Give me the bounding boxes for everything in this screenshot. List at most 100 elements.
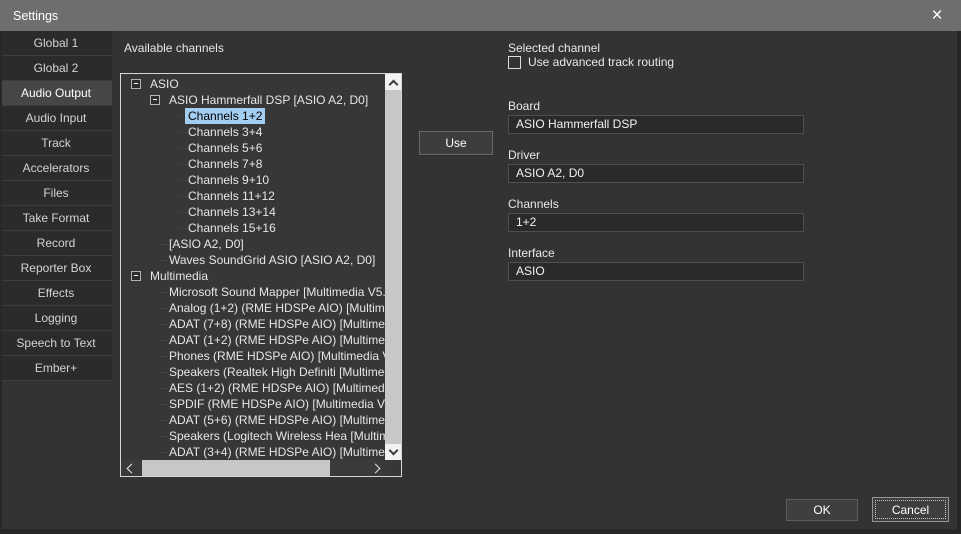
window-frame-bottom xyxy=(0,529,961,534)
sidebar-item-track[interactable]: Track xyxy=(0,131,112,156)
tree-item-label: Channels 9+10 xyxy=(185,172,272,188)
tree-item-label: Speakers (Realtek High Definiti [Multime… xyxy=(166,364,385,380)
tree-item-asio[interactable]: ASIO xyxy=(121,76,385,92)
tree-item-label: Channels 11+12 xyxy=(185,188,278,204)
tree-item-channels-5-6[interactable]: Channels 5+6 xyxy=(121,140,385,156)
tree-item-phones-rme-hdspe-aio-multimedia-v10[interactable]: Phones (RME HDSPe AIO) [Multimedia V10. xyxy=(121,348,385,364)
field-label-interface: Interface xyxy=(508,246,555,260)
sidebar-item-reporter-box[interactable]: Reporter Box xyxy=(0,256,112,281)
advanced-routing-checkbox[interactable] xyxy=(508,56,521,69)
tree-item-waves-soundgrid-asio-asio-a2-d0[interactable]: Waves SoundGrid ASIO [ASIO A2, D0] xyxy=(121,252,385,268)
sidebar-item-global-2[interactable]: Global 2 xyxy=(0,56,112,81)
tree-item-channels-11-12[interactable]: Channels 11+12 xyxy=(121,188,385,204)
scroll-down-button[interactable] xyxy=(385,444,401,460)
sidebar-item-logging[interactable]: Logging xyxy=(0,306,112,331)
horizontal-scrollbar-thumb[interactable] xyxy=(142,460,330,476)
tree-item-channels-9-10[interactable]: Channels 9+10 xyxy=(121,172,385,188)
tree-item-aes-1-2-rme-hdspe-aio-multimedia-v1[interactable]: AES (1+2) (RME HDSPe AIO) [Multimedia V1 xyxy=(121,380,385,396)
sidebar-item-accelerators[interactable]: Accelerators xyxy=(0,156,112,181)
sidebar-item-ember[interactable]: Ember+ xyxy=(0,356,112,381)
sidebar-item-global-1[interactable]: Global 1 xyxy=(0,31,112,56)
channel-tree: ASIOASIO Hammerfall DSP [ASIO A2, D0]Cha… xyxy=(121,74,385,460)
advanced-routing-row[interactable]: Use advanced track routing xyxy=(508,55,674,69)
use-button[interactable]: Use xyxy=(419,131,493,155)
sidebar-item-audio-input[interactable]: Audio Input xyxy=(0,106,112,131)
tree-item-label: ADAT (1+2) (RME HDSPe AIO) [Multimedia V xyxy=(166,332,385,348)
tree-item-speakers-logitech-wireless-hea-multimed[interactable]: Speakers (Logitech Wireless Hea [Multime… xyxy=(121,428,385,444)
tree-item-label: ADAT (3+4) (RME HDSPe AIO) [Multimedia V xyxy=(166,444,385,460)
minus-glyph xyxy=(134,275,138,276)
collapse-icon[interactable] xyxy=(131,271,141,281)
available-channels-label: Available channels xyxy=(124,41,224,55)
sidebar-item-record[interactable]: Record xyxy=(0,231,112,256)
tree-item-adat-1-2-rme-hdspe-aio-multimedia-v[interactable]: ADAT (1+2) (RME HDSPe AIO) [Multimedia V xyxy=(121,332,385,348)
tree-item-label: Channels 7+8 xyxy=(185,156,265,172)
tree-item-label: Channels 15+16 xyxy=(185,220,279,236)
sidebar-item-speech-to-text[interactable]: Speech to Text xyxy=(0,331,112,356)
tree-item-label: Waves SoundGrid ASIO [ASIO A2, D0] xyxy=(166,252,378,268)
tree-item-label: Channels 5+6 xyxy=(185,140,265,156)
tree-item-asio-hammerfall-dsp-asio-a2-d0[interactable]: ASIO Hammerfall DSP [ASIO A2, D0] xyxy=(121,92,385,108)
tree-item-channels-1-2[interactable]: Channels 1+2 xyxy=(121,108,385,124)
tree-item-label: Multimedia xyxy=(147,268,211,284)
tree-item-adat-5-6-rme-hdspe-aio-multimedia-v[interactable]: ADAT (5+6) (RME HDSPe AIO) [Multimedia V xyxy=(121,412,385,428)
tree-item-label: ADAT (7+8) (RME HDSPe AIO) [Multimedia V xyxy=(166,316,385,332)
scroll-up-button[interactable] xyxy=(385,74,401,90)
tree-item-label: Analog (1+2) (RME HDSPe AIO) [Multimedia xyxy=(166,300,385,316)
ok-button[interactable]: OK xyxy=(786,499,858,521)
titlebar[interactable]: Settings × xyxy=(0,0,961,31)
window-frame-right xyxy=(957,31,961,534)
field-input-board[interactable]: ASIO Hammerfall DSP xyxy=(508,115,804,134)
sidebar: Global 1Global 2Audio OutputAudio InputT… xyxy=(0,31,112,381)
settings-dialog: Settings × Global 1Global 2Audio OutputA… xyxy=(0,0,961,534)
tree-item-channels-7-8[interactable]: Channels 7+8 xyxy=(121,156,385,172)
tree-item-label: Speakers (Logitech Wireless Hea [Multime… xyxy=(166,428,385,444)
sidebar-item-effects[interactable]: Effects xyxy=(0,281,112,306)
selected-channel-heading: Selected channel xyxy=(508,41,600,55)
vertical-scrollbar[interactable] xyxy=(385,74,401,460)
field-label-channels: Channels xyxy=(508,197,559,211)
tree-item-spdif-rme-hdspe-aio-multimedia-v10-0[interactable]: SPDIF (RME HDSPe AIO) [Multimedia V10.0] xyxy=(121,396,385,412)
minus-glyph xyxy=(134,83,138,84)
sidebar-item-take-format[interactable]: Take Format xyxy=(0,206,112,231)
chevron-left-icon xyxy=(126,463,136,473)
tree-item-label: ASIO Hammerfall DSP [ASIO A2, D0] xyxy=(166,92,371,108)
tree-item-label: Phones (RME HDSPe AIO) [Multimedia V10. xyxy=(166,348,385,364)
chevron-up-icon xyxy=(388,79,398,89)
tree-item-microsoft-sound-mapper-multimedia-v5-0[interactable]: Microsoft Sound Mapper [Multimedia V5.0 xyxy=(121,284,385,300)
sidebar-item-files[interactable]: Files xyxy=(0,181,112,206)
field-input-interface[interactable]: ASIO xyxy=(508,262,804,281)
collapse-icon[interactable] xyxy=(150,95,160,105)
field-label-board: Board xyxy=(508,99,540,113)
collapse-icon[interactable] xyxy=(131,79,141,89)
tree-item-speakers-realtek-high-definiti-multimedi[interactable]: Speakers (Realtek High Definiti [Multime… xyxy=(121,364,385,380)
tree-item-label: [ASIO A2, D0] xyxy=(166,236,247,252)
tree-item-asio-a2-d0[interactable]: [ASIO A2, D0] xyxy=(121,236,385,252)
dialog-title: Settings xyxy=(13,9,58,23)
scroll-right-button[interactable] xyxy=(369,460,385,476)
field-input-driver[interactable]: ASIO A2, D0 xyxy=(508,164,804,183)
horizontal-scrollbar[interactable] xyxy=(121,460,385,476)
tree-item-adat-3-4-rme-hdspe-aio-multimedia-v[interactable]: ADAT (3+4) (RME HDSPe AIO) [Multimedia V xyxy=(121,444,385,460)
tree-item-analog-1-2-rme-hdspe-aio-multimedia[interactable]: Analog (1+2) (RME HDSPe AIO) [Multimedia xyxy=(121,300,385,316)
tree-item-label: Microsoft Sound Mapper [Multimedia V5.0 xyxy=(166,284,385,300)
chevron-right-icon xyxy=(370,463,380,473)
tree-item-channels-15-16[interactable]: Channels 15+16 xyxy=(121,220,385,236)
window-frame-left xyxy=(0,31,2,534)
tree-item-adat-7-8-rme-hdspe-aio-multimedia-v[interactable]: ADAT (7+8) (RME HDSPe AIO) [Multimedia V xyxy=(121,316,385,332)
close-icon[interactable]: × xyxy=(926,6,948,25)
scroll-left-button[interactable] xyxy=(121,460,137,476)
tree-item-label: Channels 13+14 xyxy=(185,204,279,220)
tree-item-channels-13-14[interactable]: Channels 13+14 xyxy=(121,204,385,220)
tree-item-label: AES (1+2) (RME HDSPe AIO) [Multimedia V1 xyxy=(166,380,385,396)
vertical-scrollbar-thumb[interactable] xyxy=(385,90,401,444)
cancel-button[interactable]: Cancel xyxy=(872,497,949,522)
advanced-routing-label: Use advanced track routing xyxy=(528,55,674,69)
field-input-channels[interactable]: 1+2 xyxy=(508,213,804,232)
sidebar-item-audio-output[interactable]: Audio Output xyxy=(0,81,112,106)
tree-item-channels-3-4[interactable]: Channels 3+4 xyxy=(121,124,385,140)
tree-item-label: SPDIF (RME HDSPe AIO) [Multimedia V10.0] xyxy=(166,396,385,412)
field-label-driver: Driver xyxy=(508,148,540,162)
tree-item-multimedia[interactable]: Multimedia xyxy=(121,268,385,284)
minus-glyph xyxy=(153,99,157,100)
